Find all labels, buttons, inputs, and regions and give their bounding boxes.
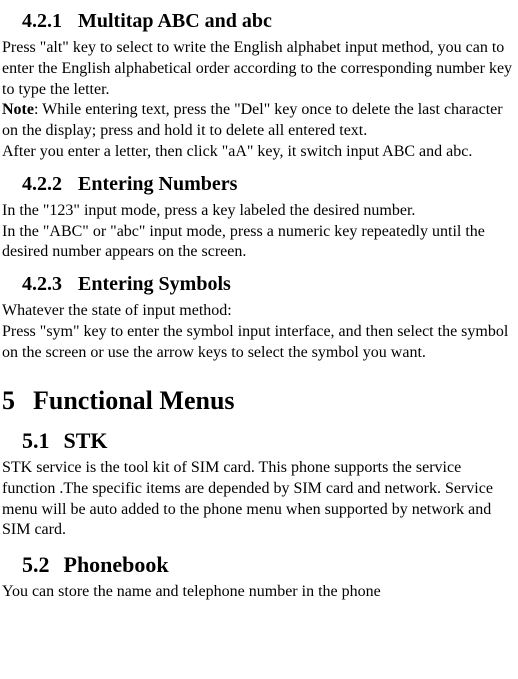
paragraph: In the "123" input mode, press a key lab…	[2, 201, 516, 222]
heading-number: 5.2	[22, 551, 50, 580]
paragraph: Press "alt" key to select to write the E…	[2, 38, 516, 100]
heading-title: Multitap ABC and abc	[78, 10, 272, 32]
heading-4-2-3: 4.2.3 Entering Symbols	[22, 271, 516, 297]
heading-title: Entering Symbols	[78, 273, 231, 295]
heading-title: Phonebook	[64, 552, 169, 577]
heading-title: Entering Numbers	[78, 173, 237, 195]
heading-number: 4.2.3	[22, 271, 62, 297]
heading-5-2: 5.2 Phonebook	[22, 551, 516, 580]
note-body: : While entering text, press the "Del" k…	[2, 101, 503, 139]
heading-4-2-1: 4.2.1 Multitap ABC and abc	[22, 8, 516, 34]
heading-title: STK	[64, 428, 108, 453]
heading-title: Functional Menus	[33, 386, 235, 415]
heading-5-1: 5.1 STK	[22, 427, 516, 456]
paragraph: In the "ABC" or "abc" input mode, press …	[2, 222, 516, 264]
heading-number: 4.2.2	[22, 171, 62, 197]
paragraph: Note: While entering text, press the "De…	[2, 100, 516, 142]
paragraph: STK service is the tool kit of SIM card.…	[2, 458, 516, 541]
note-label: Note	[2, 101, 34, 118]
paragraph: After you enter a letter, then click "aA…	[2, 142, 516, 163]
heading-number: 5	[2, 384, 15, 418]
heading-number: 4.2.1	[22, 8, 62, 34]
paragraph: Whatever the state of input method:	[2, 301, 516, 322]
paragraph: Press "sym" key to enter the symbol inpu…	[2, 322, 516, 364]
heading-5: 5 Functional Menus	[2, 384, 516, 418]
heading-number: 5.1	[22, 427, 50, 456]
paragraph: You can store the name and telephone num…	[2, 582, 516, 603]
heading-4-2-2: 4.2.2 Entering Numbers	[22, 171, 516, 197]
